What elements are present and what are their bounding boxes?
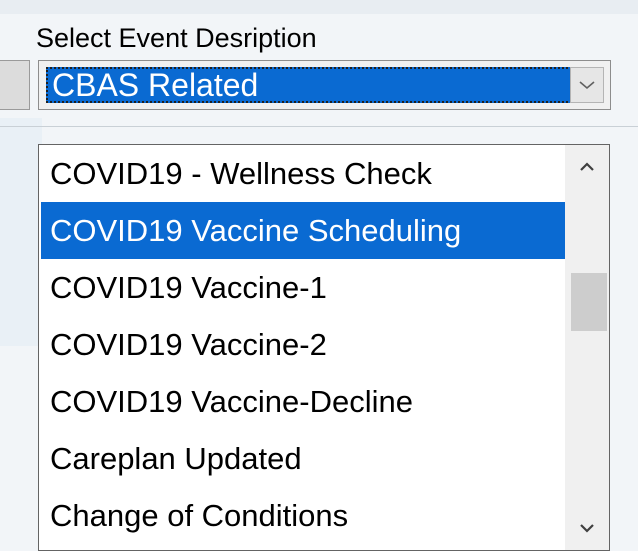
field-label: Select Event Desription xyxy=(36,23,317,53)
list-item[interactable]: Change of Conditions xyxy=(41,487,565,544)
list-item[interactable]: Careplan Updated xyxy=(41,430,565,487)
background-panel xyxy=(0,118,42,346)
event-description-dropdown-list[interactable]: COVID19 - Wellness Check COVID19 Vaccine… xyxy=(38,144,610,551)
list-item[interactable]: COVID19 - Wellness Check xyxy=(41,145,565,202)
list-item[interactable]: COVID19 Vaccine-1 xyxy=(41,259,565,316)
scroll-down-button[interactable] xyxy=(565,506,609,550)
list-item[interactable]: COVID19 Vaccine-Decline xyxy=(41,373,565,430)
divider xyxy=(0,126,638,127)
option-list: COVID19 - Wellness Check COVID19 Vaccine… xyxy=(41,145,565,544)
chevron-down-icon xyxy=(579,81,595,90)
list-item-highlighted[interactable]: COVID19 Vaccine Scheduling xyxy=(41,202,565,259)
scroll-up-button[interactable] xyxy=(565,145,609,189)
list-item[interactable]: COVID19 Vaccine-2 xyxy=(41,316,565,373)
vertical-scrollbar[interactable] xyxy=(565,145,609,550)
combobox-selected-value[interactable]: CBAS Related xyxy=(46,67,572,103)
dropdown-toggle-button[interactable] xyxy=(570,67,604,103)
event-description-combobox[interactable]: CBAS Related xyxy=(38,60,611,110)
chevron-up-icon xyxy=(580,162,594,171)
scrollbar-thumb[interactable] xyxy=(571,273,607,331)
adjacent-control[interactable] xyxy=(0,60,30,110)
window-background-strip xyxy=(0,0,638,14)
chevron-down-icon xyxy=(580,524,594,533)
